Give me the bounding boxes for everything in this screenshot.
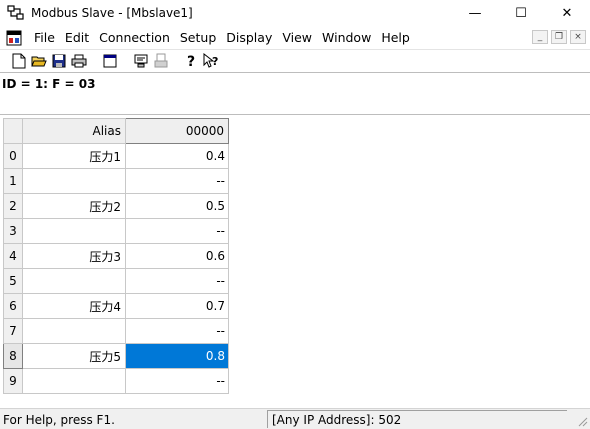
row-index[interactable]: 5 bbox=[3, 268, 23, 294]
toolbar-separator bbox=[126, 51, 127, 70]
document-icon[interactable] bbox=[6, 30, 22, 46]
alias-cell[interactable] bbox=[22, 218, 126, 244]
resize-grip-icon[interactable] bbox=[576, 415, 588, 427]
value-cell[interactable]: 0.4 bbox=[125, 143, 229, 169]
alias-cell[interactable]: 压力5 bbox=[22, 343, 126, 369]
menu-window[interactable]: Window bbox=[317, 27, 376, 48]
modbus-app-icon[interactable] bbox=[7, 4, 25, 22]
register-grid-area: Alias 00000 0 压力1 0.4 1 -- 2 压力2 0.5 3 -… bbox=[0, 116, 590, 408]
window-title: Modbus Slave - [Mbslave1] bbox=[31, 6, 193, 20]
toolbar-separator bbox=[177, 51, 178, 70]
new-icon[interactable] bbox=[10, 52, 28, 70]
address-column-header[interactable]: 00000 bbox=[125, 118, 229, 144]
alias-cell[interactable] bbox=[22, 368, 126, 394]
row-index[interactable]: 3 bbox=[3, 218, 23, 244]
mdi-close-button[interactable]: × bbox=[570, 30, 586, 44]
monitor-icon[interactable] bbox=[132, 52, 150, 70]
table-row: 7 -- bbox=[3, 318, 229, 344]
connection-status-text: [Any IP Address]: 502 bbox=[267, 410, 567, 428]
register-table: Alias 00000 0 压力1 0.4 1 -- 2 压力2 0.5 3 -… bbox=[3, 118, 229, 394]
table-row: 1 -- bbox=[3, 168, 229, 194]
toolbar-separator bbox=[95, 51, 96, 70]
menu-connection[interactable]: Connection bbox=[94, 27, 175, 48]
row-index[interactable]: 7 bbox=[3, 318, 23, 344]
row-index[interactable]: 0 bbox=[3, 143, 23, 169]
row-index[interactable]: 9 bbox=[3, 368, 23, 394]
alias-column-header[interactable]: Alias bbox=[22, 118, 126, 144]
row-index[interactable]: 2 bbox=[3, 193, 23, 219]
grid-corner[interactable] bbox=[3, 118, 23, 144]
help-status-text: For Help, press F1. bbox=[3, 413, 115, 427]
row-index[interactable]: 4 bbox=[3, 243, 23, 269]
row-index[interactable]: 1 bbox=[3, 168, 23, 194]
alias-cell[interactable] bbox=[22, 268, 126, 294]
menu-bar: File Edit Connection Setup Display View … bbox=[0, 27, 590, 48]
table-row: 0 压力1 0.4 bbox=[3, 143, 229, 169]
menu-edit[interactable]: Edit bbox=[60, 27, 94, 48]
table-row: 5 -- bbox=[3, 268, 229, 294]
save-icon[interactable] bbox=[50, 52, 68, 70]
minimize-button[interactable]: — bbox=[452, 0, 498, 26]
menu-setup[interactable]: Setup bbox=[175, 27, 221, 48]
title-bar: Modbus Slave - [Mbslave1] — ☐ ✕ bbox=[0, 0, 590, 26]
mdi-restore-button[interactable]: ❐ bbox=[551, 30, 567, 44]
value-cell[interactable]: -- bbox=[125, 218, 229, 244]
table-header-row: Alias 00000 bbox=[3, 118, 229, 144]
row-index[interactable]: 8 bbox=[3, 343, 23, 369]
value-cell[interactable]: -- bbox=[125, 168, 229, 194]
value-cell[interactable]: -- bbox=[125, 368, 229, 394]
menu-view[interactable]: View bbox=[277, 27, 317, 48]
print-icon[interactable] bbox=[70, 52, 88, 70]
menu-help[interactable]: Help bbox=[376, 27, 415, 48]
alias-cell[interactable]: 压力1 bbox=[22, 143, 126, 169]
alias-cell[interactable] bbox=[22, 318, 126, 344]
slave-id-label: ID = 1: F = 03 bbox=[2, 77, 96, 91]
window-icon[interactable] bbox=[101, 52, 119, 70]
toolbar: ? ? bbox=[0, 49, 590, 71]
printer-setup-icon[interactable] bbox=[152, 52, 170, 70]
value-cell[interactable]: -- bbox=[125, 318, 229, 344]
alias-cell[interactable]: 压力2 bbox=[22, 193, 126, 219]
alias-cell[interactable]: 压力4 bbox=[22, 293, 126, 319]
alias-cell[interactable] bbox=[22, 168, 126, 194]
status-bar: For Help, press F1. [Any IP Address]: 50… bbox=[0, 408, 590, 429]
mdi-minimize-button[interactable]: _ bbox=[532, 30, 548, 44]
value-cell[interactable]: 0.7 bbox=[125, 293, 229, 319]
value-cell[interactable]: 0.6 bbox=[125, 243, 229, 269]
value-cell[interactable]: 0.5 bbox=[125, 193, 229, 219]
context-help-icon[interactable]: ? bbox=[203, 52, 221, 70]
table-row: 6 压力4 0.7 bbox=[3, 293, 229, 319]
mdi-controls: _ ❐ × bbox=[532, 30, 586, 44]
open-icon[interactable] bbox=[30, 52, 48, 70]
alias-cell[interactable]: 压力3 bbox=[22, 243, 126, 269]
selected-value-cell[interactable]: 0.8 bbox=[125, 343, 229, 369]
menu-display[interactable]: Display bbox=[221, 27, 277, 48]
table-row-selected: 8 压力5 0.8 bbox=[3, 343, 229, 369]
maximize-button[interactable]: ☐ bbox=[498, 0, 544, 26]
table-row: 4 压力3 0.6 bbox=[3, 243, 229, 269]
table-row: 2 压力2 0.5 bbox=[3, 193, 229, 219]
svg-text:?: ? bbox=[187, 54, 195, 69]
row-index[interactable]: 6 bbox=[3, 293, 23, 319]
menu-file[interactable]: File bbox=[29, 27, 60, 48]
value-cell[interactable]: -- bbox=[125, 268, 229, 294]
table-row: 3 -- bbox=[3, 218, 229, 244]
svg-text:?: ? bbox=[212, 55, 218, 68]
help-icon[interactable]: ? bbox=[183, 52, 201, 70]
close-button[interactable]: ✕ bbox=[544, 0, 590, 26]
slave-definition-panel: ID = 1: F = 03 bbox=[0, 72, 590, 115]
table-row: 9 -- bbox=[3, 368, 229, 394]
